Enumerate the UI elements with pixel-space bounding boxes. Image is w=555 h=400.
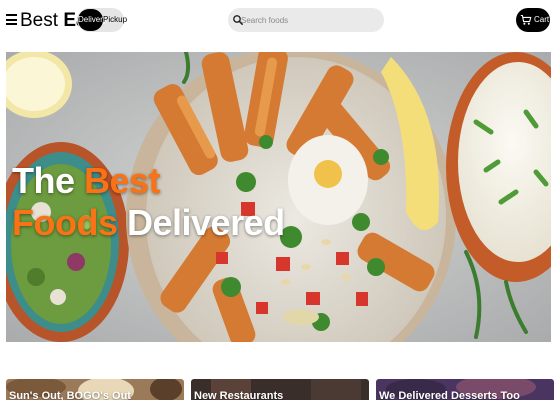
promo-card-new-restaurants[interactable]: New Restaurants [191, 379, 369, 400]
cart-icon [520, 14, 532, 25]
promo-cards: Sun's Out, BOGO's Out New Restaurants We… [6, 379, 554, 400]
hero-headline: The Best Foods Delivered [12, 160, 285, 244]
hero-headline-line-1: The Best [12, 160, 285, 202]
hero-headline-line-2: Foods Delivered [12, 202, 285, 244]
hero-text-white: The [12, 160, 75, 201]
hero-banner: The Best Foods Delivered [6, 52, 551, 342]
delivery-pickup-toggle: Delivery Pickup [77, 8, 127, 32]
hamburger-menu-icon[interactable] [6, 14, 17, 25]
top-nav: Best Eats Delivery Pickup Cart [0, 0, 555, 42]
hero-text-white: Delivered [127, 202, 285, 243]
promo-card-label: Sun's Out, BOGO's Out [9, 390, 131, 400]
promo-card-label: New Restaurants [194, 390, 284, 400]
delivery-option[interactable]: Delivery [78, 9, 107, 31]
promo-card-label: We Delivered Desserts Too [379, 390, 520, 400]
hero-text-accent: Foods [12, 202, 118, 243]
search-input[interactable] [241, 12, 379, 28]
brand-name-light: Best [20, 10, 59, 31]
search-bar [228, 8, 384, 32]
cart-button[interactable]: Cart [516, 8, 550, 32]
promo-card-desserts[interactable]: We Delivered Desserts Too [376, 379, 554, 400]
cart-label: Cart [534, 15, 550, 24]
pickup-option[interactable]: Pickup [103, 9, 127, 31]
promo-card-bogo[interactable]: Sun's Out, BOGO's Out [6, 379, 184, 400]
hero-text-accent: Best [84, 160, 161, 201]
